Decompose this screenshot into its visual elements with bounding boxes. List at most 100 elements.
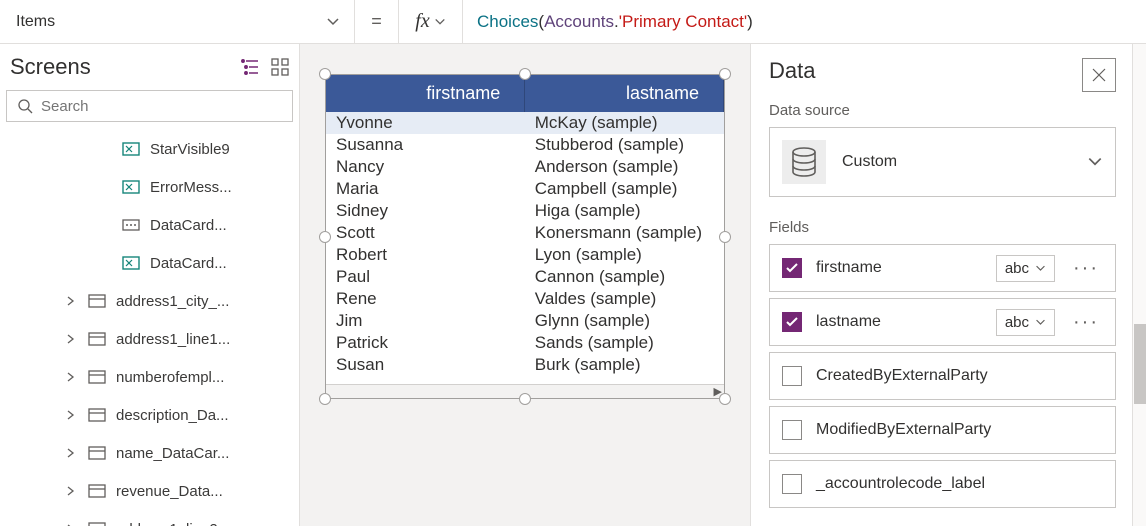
tree-item[interactable]: ErrorMess... [0,168,299,206]
formula-input[interactable]: Choices ( Accounts . 'Primary Contact' ) [463,0,1146,43]
cell: Sidney [326,200,525,222]
tree-item-label: address1_line2... [116,521,230,526]
table-row[interactable]: YvonneMcKay (sample) [326,112,724,134]
data-source-selector[interactable]: Custom [769,127,1116,197]
field-row[interactable]: ModifiedByExternalParty [769,406,1116,454]
tree-item[interactable]: DataCard... [0,206,299,244]
tree-item[interactable]: address1_line1... [0,320,299,358]
column-header[interactable]: firstname [326,75,525,112]
table-row[interactable]: SusannaStubberod (sample) [326,134,724,156]
tree-view-icon[interactable] [241,58,259,76]
chevron-down-icon [326,15,340,29]
cell: Lyon (sample) [525,244,724,266]
table-row[interactable]: JimGlynn (sample) [326,310,724,332]
field-type-selector[interactable]: abc [996,309,1055,336]
checkbox[interactable] [782,420,802,440]
close-button[interactable] [1082,58,1116,92]
card-icon [88,330,106,348]
more-button[interactable]: ··· [1069,311,1103,334]
field-type-selector[interactable]: abc [996,255,1055,282]
resize-handle[interactable] [319,393,331,405]
resize-handle[interactable] [719,231,731,243]
data-source-name: Custom [842,153,1071,171]
cell: Sands (sample) [525,332,724,354]
resize-handle[interactable] [719,68,731,80]
tree-item[interactable]: numberofempl... [0,358,299,396]
chevron-right-icon [66,334,78,344]
table-row[interactable]: MariaCampbell (sample) [326,178,724,200]
resize-handle[interactable] [319,68,331,80]
card-icon [88,292,106,310]
chevron-down-icon [1035,263,1046,274]
table-row[interactable]: PaulCannon (sample) [326,266,724,288]
card-icon [88,482,106,500]
canvas[interactable]: firstname lastname YvonneMcKay (sample)S… [300,44,750,526]
table-row[interactable]: RobertLyon (sample) [326,244,724,266]
cell: Valdes (sample) [525,288,724,310]
formula-bar: Items = fx Choices ( Accounts . 'Primary… [0,0,1146,44]
checkbox[interactable] [782,474,802,494]
card-icon [88,368,106,386]
tree-item[interactable]: description_Da... [0,396,299,434]
tree-item[interactable]: address1_city_... [0,282,299,320]
chevron-right-icon [66,372,78,382]
table-row[interactable]: SidneyHiga (sample) [326,200,724,222]
table-row[interactable]: NancyAnderson (sample) [326,156,724,178]
search-input[interactable] [6,90,293,122]
table-row[interactable]: PatrickSands (sample) [326,332,724,354]
tree-item[interactable]: name_DataCar... [0,434,299,472]
equals-label: = [355,0,399,43]
resize-handle[interactable] [519,393,531,405]
resize-handle[interactable] [319,231,331,243]
card-icon [122,216,140,234]
more-button[interactable]: ··· [1069,257,1103,280]
tree-item[interactable]: StarVisible9 [0,130,299,168]
chevron-down-icon [434,16,446,28]
property-dropdown[interactable]: Items [0,0,355,43]
data-panel: Data Data source Custom Fields firstname… [750,44,1146,526]
textbox-icon [122,254,140,272]
table-row[interactable]: ScottKonersmann (sample) [326,222,724,244]
fx-button[interactable]: fx [399,0,463,43]
table-row[interactable]: ReneValdes (sample) [326,288,724,310]
checkbox[interactable] [782,366,802,386]
tree-item-label: address1_city_... [116,293,229,310]
fx-icon: fx [415,10,429,33]
checkbox[interactable] [782,312,802,332]
table-row[interactable]: SusanBurk (sample) [326,354,724,376]
field-row[interactable]: CreatedByExternalParty [769,352,1116,400]
screens-panel: Screens StarVisible9ErrorMess...DataCard… [0,44,300,526]
tree-item-label: DataCard... [150,255,227,272]
formula-token-prop: 'Primary Contact' [619,12,747,32]
column-header[interactable]: lastname [525,75,724,112]
thumbnail-view-icon[interactable] [271,58,289,76]
tree-item-label: description_Da... [116,407,229,424]
field-label: CreatedByExternalParty [816,367,1103,385]
field-row[interactable]: firstnameabc··· [769,244,1116,292]
cell: Campbell (sample) [525,178,724,200]
textbox-icon [122,178,140,196]
data-source-label: Data source [769,102,1116,119]
field-row[interactable]: lastnameabc··· [769,298,1116,346]
resize-handle[interactable] [519,68,531,80]
formula-token-fn: Choices [477,12,538,32]
vertical-scrollbar[interactable] [1132,44,1146,526]
tree-item-label: revenue_Data... [116,483,223,500]
cell: Glynn (sample) [525,310,724,332]
cell: Higa (sample) [525,200,724,222]
cell: Paul [326,266,525,288]
property-name: Items [16,13,55,31]
checkbox[interactable] [782,258,802,278]
tree-item[interactable]: address1_line2... [0,510,299,526]
tree-item[interactable]: revenue_Data... [0,472,299,510]
tree-item[interactable]: DataCard... [0,244,299,282]
resize-handle[interactable] [719,393,731,405]
datatable-control[interactable]: firstname lastname YvonneMcKay (sample)S… [325,74,725,399]
field-row[interactable]: _accountrolecode_label [769,460,1116,508]
tree-item-label: ErrorMess... [150,179,232,196]
cell: Susan [326,354,525,376]
cell: Robert [326,244,525,266]
textbox-icon [122,140,140,158]
field-label: _accountrolecode_label [816,475,1103,493]
cell: Burk (sample) [525,354,724,376]
